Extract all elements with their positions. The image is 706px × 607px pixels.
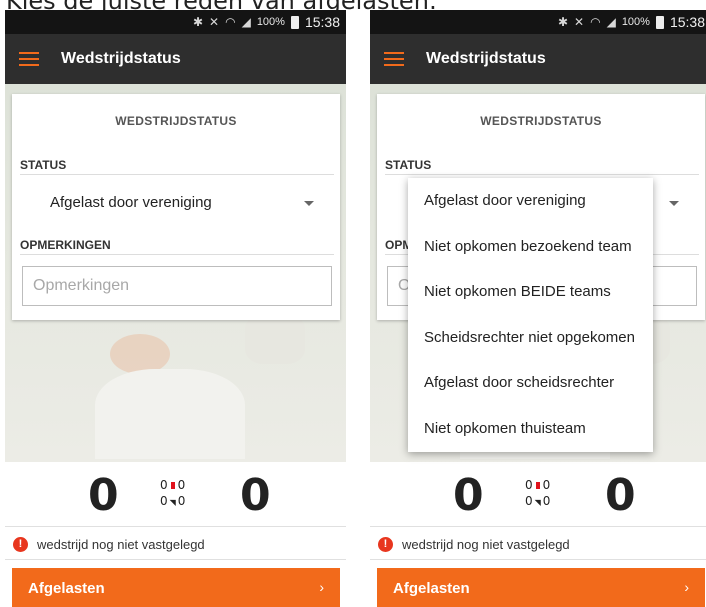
battery-label: 100% <box>621 16 650 28</box>
shoe-icon: ◥ <box>534 498 541 507</box>
red-card-icon <box>170 482 175 489</box>
clock: 15:38 <box>304 14 340 30</box>
hamburger-menu-icon[interactable] <box>19 52 39 66</box>
clock: 15:38 <box>669 14 705 30</box>
cancel-match-button[interactable]: Afgelasten › <box>12 568 340 607</box>
battery-icon <box>290 15 299 29</box>
phone-screen-left: ✱ ✕ ◠ ◢ 100% 15:38 Wedstrijdstatus WEDST… <box>5 10 346 607</box>
home-score: 0 <box>453 470 484 521</box>
chevron-right-icon: › <box>319 579 324 595</box>
cards-row: 00 <box>160 478 186 492</box>
shoe-icon: ◥ <box>169 498 176 507</box>
wifi-icon: ◠ <box>225 15 236 29</box>
cancel-match-label: Afgelasten <box>393 580 470 597</box>
phone-screen-right: ✱ ✕ ◠ ◢ 100% 15:38 Wedstrijdstatus WEDST… <box>370 10 706 607</box>
status-bar: ✱ ✕ ◠ ◢ 100% 15:38 <box>5 10 346 34</box>
caret-down-icon <box>304 201 314 206</box>
card-title: WEDSTRIJDSTATUS <box>115 114 237 128</box>
away-score: 0 <box>605 470 636 521</box>
alert-circle-icon: ! <box>378 537 393 552</box>
status-divider <box>20 174 334 175</box>
warning-row: ! wedstrijd nog niet vastgelegd <box>5 529 346 559</box>
dropdown-option[interactable]: Afgelast door vereniging <box>408 178 653 224</box>
dropdown-option[interactable]: Scheidsrechter niet opgekomen <box>408 315 653 361</box>
score-panel: 0 00 0 ◥ 0 0 <box>370 462 706 526</box>
signal-icon: ◢ <box>241 15 251 29</box>
status-select[interactable]: Afgelast door vereniging <box>20 182 334 224</box>
status-label: STATUS <box>385 158 432 172</box>
signal-icon: ◢ <box>606 15 616 29</box>
app-bar: Wedstrijdstatus <box>5 34 346 84</box>
red-card-icon <box>535 482 540 489</box>
status-divider <box>385 174 699 175</box>
battery-label: 100% <box>256 16 285 28</box>
warning-text: wedstrijd nog niet vastgelegd <box>402 537 570 552</box>
score-panel: 0 00 0 ◥ 0 0 <box>5 462 346 526</box>
remarks-divider <box>20 254 334 255</box>
divider <box>370 526 706 527</box>
match-status-card: WEDSTRIJDSTATUS STATUS Afgelast door ver… <box>12 94 340 320</box>
cancel-match-label: Afgelasten <box>28 580 105 597</box>
away-score: 0 <box>240 470 271 521</box>
divider <box>5 559 346 560</box>
warning-row: ! wedstrijd nog niet vastgelegd <box>370 529 706 559</box>
status-bar: ✱ ✕ ◠ ◢ 100% 15:38 <box>370 10 706 34</box>
caret-down-icon <box>669 201 679 206</box>
bluetooth-icon: ✱ <box>192 15 204 29</box>
goals-row: 0 ◥ 0 <box>525 494 551 508</box>
hamburger-menu-icon[interactable] <box>384 52 404 66</box>
divider <box>5 526 346 527</box>
chevron-right-icon: › <box>684 579 689 595</box>
battery-icon <box>655 15 664 29</box>
goals-row: 0 ◥ 0 <box>160 494 186 508</box>
status-select-value: Afgelast door vereniging <box>50 194 212 211</box>
app-bar: Wedstrijdstatus <box>370 34 706 84</box>
mute-icon: ✕ <box>574 15 585 29</box>
status-dropdown-menu: Afgelast door vereniging Niet opkomen be… <box>408 178 653 452</box>
app-title: Wedstrijdstatus <box>61 50 181 67</box>
remarks-input[interactable] <box>23 267 331 305</box>
remarks-label: OPMERKINGEN <box>20 238 111 252</box>
cards-row: 00 <box>525 478 551 492</box>
status-label: STATUS <box>20 158 67 172</box>
alert-circle-icon: ! <box>13 537 28 552</box>
bluetooth-icon: ✱ <box>557 15 569 29</box>
mute-icon: ✕ <box>209 15 220 29</box>
dropdown-option[interactable]: Niet opkomen thuisteam <box>408 406 653 452</box>
cancel-match-button[interactable]: Afgelasten › <box>377 568 705 607</box>
dropdown-option[interactable]: Niet opkomen bezoekend team <box>408 224 653 270</box>
dropdown-option[interactable]: Niet opkomen BEIDE teams <box>408 269 653 315</box>
app-title: Wedstrijdstatus <box>426 50 546 67</box>
card-title: WEDSTRIJDSTATUS <box>480 114 602 128</box>
home-score: 0 <box>88 470 119 521</box>
remarks-field[interactable] <box>22 266 332 306</box>
warning-text: wedstrijd nog niet vastgelegd <box>37 537 205 552</box>
dropdown-option[interactable]: Afgelast door scheidsrechter <box>408 360 653 406</box>
wifi-icon: ◠ <box>590 15 601 29</box>
divider <box>370 559 706 560</box>
